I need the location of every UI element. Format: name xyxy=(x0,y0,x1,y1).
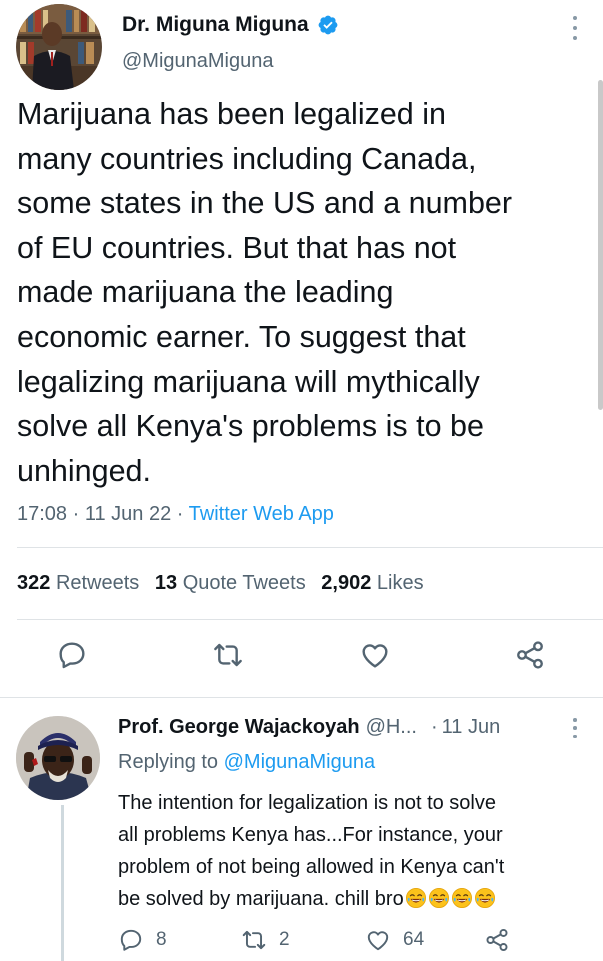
tweet-text-line: unhinged. xyxy=(17,453,151,488)
quotes-label: Quote Tweets xyxy=(182,572,306,594)
reply-count: 8 xyxy=(156,929,167,950)
reply-author-handle[interactable]: @H... xyxy=(366,716,417,739)
reply-share-button[interactable] xyxy=(484,927,510,953)
reply-header: Prof. George Wajackoyah @H... · 11 Jun xyxy=(118,716,500,739)
reply-author-avatar[interactable] xyxy=(16,716,100,800)
like-icon xyxy=(362,644,388,668)
tweet-source[interactable]: Twitter Web App xyxy=(189,503,334,525)
reply-icon xyxy=(59,642,85,669)
tweet-text-line: made marijuana the leading xyxy=(17,275,394,310)
reply-actions: 8 2 64 xyxy=(118,927,558,957)
reply-text-line: The intention for legalization is not to… xyxy=(118,792,496,814)
author-avatar[interactable] xyxy=(16,4,102,90)
reply-icon xyxy=(120,929,142,951)
reply-text-line-last: be solved by marijuana. chill bro xyxy=(118,883,598,915)
retweet-icon xyxy=(214,643,242,667)
divider xyxy=(0,697,603,698)
author-name-row: Dr. Miguna Miguna xyxy=(122,13,339,37)
reply-reply-button[interactable]: 8 xyxy=(118,927,167,953)
retweets-count: 322 xyxy=(17,572,51,594)
scrollbar[interactable] xyxy=(598,80,603,410)
like-icon xyxy=(367,931,389,951)
likes-label: Likes xyxy=(376,572,424,594)
tweet-text-line: Marijuana has been legalized in xyxy=(17,97,446,131)
meta-separator: · xyxy=(176,503,184,525)
likes-count: 2,902 xyxy=(321,572,372,594)
more-icon[interactable] xyxy=(568,16,582,40)
retweets-stat[interactable]: 322 Retweets xyxy=(17,572,139,594)
divider xyxy=(17,547,603,548)
share-button[interactable] xyxy=(512,637,548,673)
tweet-date[interactable]: 11 Jun 22 xyxy=(85,503,171,525)
replying-mention[interactable]: @MigunaMiguna xyxy=(224,751,376,773)
tweet-text-line: legalizing marijuana will mythically xyxy=(17,364,480,399)
tweet-meta: 17:08 · 11 Jun 22 · Twitter Web App xyxy=(17,503,334,526)
tweet-stats: 322 Retweets 13 Quote Tweets 2,902 Likes xyxy=(17,572,424,595)
reply-text-line: all problems Kenya has...For instance, y… xyxy=(118,824,503,846)
reply-text-line: be solved by marijuana. chill bro xyxy=(118,888,404,910)
share-icon xyxy=(517,641,543,669)
laughing-emoji-icon xyxy=(405,888,426,908)
retweet-count: 2 xyxy=(279,929,290,950)
reply-author-name[interactable]: Prof. George Wajackoyah xyxy=(118,716,360,739)
meta-separator: · xyxy=(430,716,438,738)
retweet-icon xyxy=(242,930,266,950)
likes-stat[interactable]: 2,902 Likes xyxy=(321,572,423,594)
replying-label: Replying to xyxy=(118,751,219,773)
tweet-text-line: some states in the US and a number xyxy=(17,186,513,221)
reply-text-line: problem of not being allowed in Kenya ca… xyxy=(118,856,505,878)
laughing-emoji-icon xyxy=(451,888,472,908)
reply-button[interactable] xyxy=(54,637,90,673)
more-icon[interactable] xyxy=(569,718,581,738)
thread-line xyxy=(61,805,64,961)
tweet-text-line: economic earner. To suggest that xyxy=(17,319,466,354)
author-name[interactable]: Dr. Miguna Miguna xyxy=(122,13,309,37)
like-count: 64 xyxy=(403,929,425,950)
tweet-time[interactable]: 17:08 xyxy=(17,503,67,525)
emoji-group xyxy=(404,888,496,910)
retweet-button[interactable] xyxy=(210,637,246,673)
quotes-count: 13 xyxy=(154,572,178,594)
quote-tweets-stat[interactable]: 13 Quote Tweets xyxy=(155,572,306,594)
share-icon xyxy=(486,928,508,952)
meta-separator: · xyxy=(72,503,80,525)
divider xyxy=(17,619,603,620)
laughing-emoji-icon xyxy=(474,888,495,908)
author-handle[interactable]: @MigunaMiguna xyxy=(122,50,274,73)
reply-like-button[interactable]: 64 xyxy=(365,927,424,953)
reply-retweet-button[interactable]: 2 xyxy=(241,927,290,953)
like-button[interactable] xyxy=(357,637,393,673)
tweet-text: Marijuana has been legalized in many cou… xyxy=(17,92,592,493)
tweet-text-line: of EU countries. But that has not xyxy=(17,230,457,265)
reply-date[interactable]: 11 Jun xyxy=(442,716,501,739)
tweet-text-line: many countries including Canada, xyxy=(17,141,477,176)
tweet-actions xyxy=(0,637,603,681)
laughing-emoji-icon xyxy=(428,888,449,908)
retweets-label: Retweets xyxy=(55,572,140,594)
replying-to: Replying to @MigunaMiguna xyxy=(118,751,375,774)
verified-badge-icon xyxy=(318,15,338,35)
reply-text: The intention for legalization is not to… xyxy=(118,787,598,915)
tweet-text-line: solve all Kenya's problems is to be xyxy=(17,409,484,444)
